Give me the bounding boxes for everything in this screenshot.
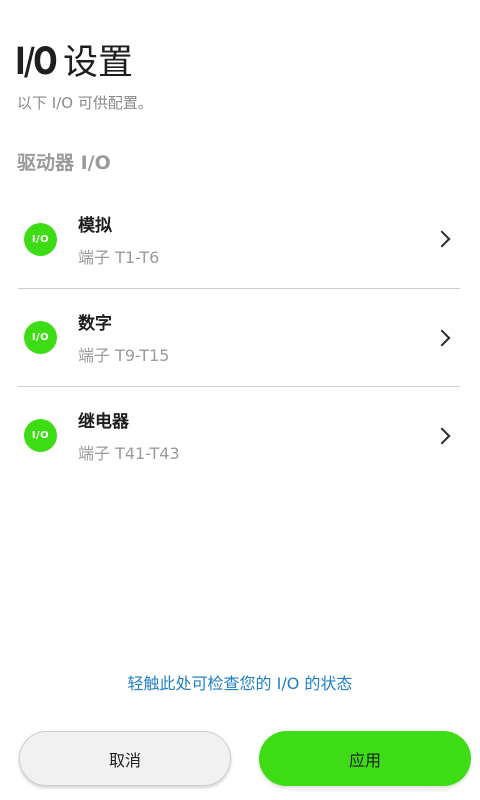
io-badge-icon: I/O [24,419,57,452]
page-title-text: 设置 [63,43,134,83]
io-badge-icon: I/O [24,222,57,256]
io-item-name: 模拟 [78,215,112,236]
page-title: I/O 设置 [15,34,133,85]
io-item-digital[interactable]: I/O 数字 端子 T9-T15 [18,288,460,386]
chevron-right-icon [433,329,451,346]
cancel-button[interactable]: 取消 [19,731,231,786]
io-item-name: 继电器 [78,412,129,432]
section-header-drive-io: 驱动器 I/O [17,152,111,174]
apply-button[interactable]: 应用 [259,731,471,786]
page-subtitle: 以下 I/O 可供配置。 [17,94,153,112]
chevron-right-icon [433,427,451,444]
io-item-relay[interactable]: I/O 继电器 端子 T41-T43 [18,386,460,484]
io-item-text: 数字 端子 T9-T15 [78,309,169,366]
io-list: I/O 模拟 端子 T1-T6 I/O 数字 端子 T9-T15 I/O 继电器… [18,190,460,484]
io-item-desc: 端子 T41-T43 [78,444,180,463]
io-item-name: 数字 [78,314,112,334]
check-io-status-link[interactable]: 轻触此处可检查您的 I/O 的状态 [0,670,480,694]
page-title-io: I/O [15,40,58,83]
io-item-desc: 端子 T1-T6 [78,247,160,267]
io-item-analog[interactable]: I/O 模拟 端子 T1-T6 [18,190,460,288]
io-item-desc: 端子 T9-T15 [78,346,170,365]
io-settings-screen: I/O 设置 以下 I/O 可供配置。 驱动器 I/O I/O 模拟 端子 T1… [0,0,480,800]
chevron-right-icon [433,230,451,248]
io-badge-icon: I/O [24,321,57,354]
io-item-text: 模拟 端子 T1-T6 [78,211,159,268]
io-item-text: 继电器 端子 T41-T43 [78,407,180,464]
